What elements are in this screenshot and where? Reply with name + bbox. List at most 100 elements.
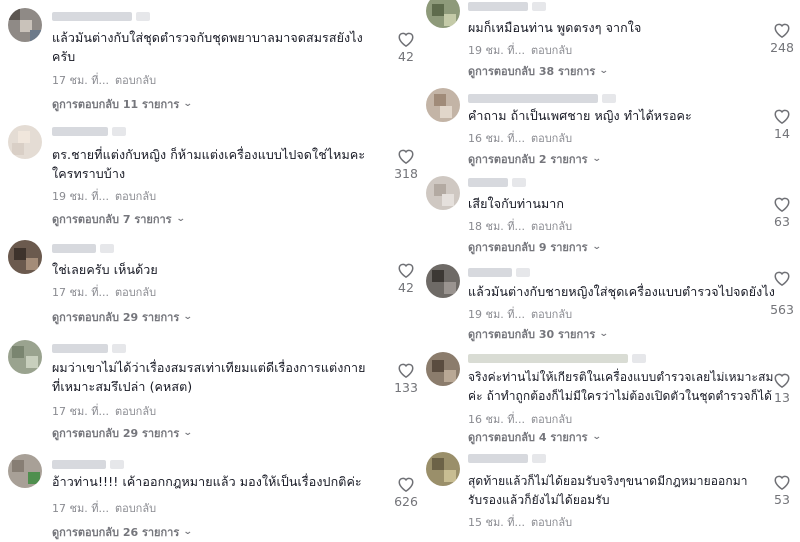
comment-item: แล้วมันต่างกับชายหญิงใส่ชุดเครื่องแบบตำร… xyxy=(420,262,800,348)
reply-button[interactable]: ตอบกลับ xyxy=(115,286,156,299)
view-replies-button[interactable]: ดูการตอบกลับ 4 รายการ ⌄ xyxy=(468,428,601,446)
reply-button[interactable]: ตอบกลับ xyxy=(531,308,572,321)
reply-button[interactable]: ตอบกลับ xyxy=(115,74,156,87)
username-blurred[interactable] xyxy=(52,127,126,136)
view-replies-button[interactable]: ดูการตอบกลับ 38 รายการ ⌄ xyxy=(468,62,609,80)
avatar[interactable] xyxy=(8,240,42,274)
heart-icon xyxy=(398,32,414,47)
reply-button[interactable]: ตอบกลับ xyxy=(531,220,572,233)
comment-meta: 19 ชม. ที่... ตอบกลับ xyxy=(468,305,572,323)
avatar[interactable] xyxy=(8,340,42,374)
avatar[interactable] xyxy=(8,8,42,42)
comment-meta: 17 ชม. ที่... ตอบกลับ xyxy=(52,71,156,89)
comment-meta: 18 ชม. ที่... ตอบกลับ xyxy=(468,217,572,235)
like-button[interactable]: 63 xyxy=(762,196,800,229)
like-count: 13 xyxy=(774,390,790,405)
heart-icon xyxy=(398,263,414,278)
comment-item: เสียใจกับท่านมาก 18 ชม. ที่... ตอบกลับ ดู… xyxy=(420,174,800,260)
heart-icon xyxy=(774,23,790,38)
comment-text: แล้วมันต่างกับชายหญิงใส่ชุดเครื่องแบบตำร… xyxy=(468,284,775,299)
chevron-down-icon: ⌄ xyxy=(183,312,193,322)
comment-text: เสียใจกับท่านมาก xyxy=(468,196,565,211)
comment-time: 17 ชม. ที่... xyxy=(52,502,109,515)
username-blurred[interactable] xyxy=(52,12,150,21)
heart-icon xyxy=(774,197,790,212)
like-count: 14 xyxy=(774,126,790,141)
avatar[interactable] xyxy=(8,454,42,488)
comment-text: คำถาม ถ้าเป็นเพศชาย หญิง ทำได้หรอคะ xyxy=(468,108,692,123)
comment-meta: 17 ชม. ที่... ตอบกลับ xyxy=(52,499,156,517)
username-blurred[interactable] xyxy=(468,94,616,103)
comment-time: 16 ชม. ที่... xyxy=(468,413,525,426)
chevron-down-icon: ⌄ xyxy=(183,527,193,537)
comment-item: ใช่เลยครับ เห็นด้วย 17 ชม. ที่... ตอบกลับ… xyxy=(0,230,420,330)
comment-item: คำถาม ถ้าเป็นเพศชาย หญิง ทำได้หรอคะ 16 ช… xyxy=(420,86,800,172)
comment-item: ผมว่าเขาไม่ได้ว่าเรื่องสมรสเท่าเทียมแต่ด… xyxy=(0,332,420,444)
view-replies-button[interactable]: ดูการตอบกลับ 26 รายการ ⌄ xyxy=(52,523,193,541)
like-count: 63 xyxy=(774,214,790,229)
avatar[interactable] xyxy=(426,0,460,28)
reply-button[interactable]: ตอบกลับ xyxy=(531,44,572,57)
avatar[interactable] xyxy=(426,352,460,386)
avatar[interactable] xyxy=(426,176,460,210)
view-replies-button[interactable]: ดูการตอบกลับ 2 รายการ ⌄ xyxy=(468,150,602,168)
like-button[interactable]: 13 xyxy=(762,372,800,405)
comment-time: 17 ชม. ที่... xyxy=(52,405,109,418)
heart-icon xyxy=(774,475,790,490)
view-replies-button[interactable]: ดูการตอบกลับ 9 รายการ ⌄ xyxy=(468,238,601,256)
reply-button[interactable]: ตอบกลับ xyxy=(115,405,156,418)
comment-text: ผมว่าเขาไม่ได้ว่าเรื่องสมรสเท่าเทียมแต่ด… xyxy=(52,360,366,394)
username-blurred[interactable] xyxy=(52,244,114,253)
chevron-down-icon: ⌄ xyxy=(175,214,186,224)
comment-time: 16 ชม. ที่... xyxy=(468,132,525,145)
reply-button[interactable]: ตอบกลับ xyxy=(115,190,156,203)
comment-item: แล้วมันต่างกับใส่ชุดตำรวจกับชุดพยาบาลมาจ… xyxy=(0,0,420,112)
view-replies-button[interactable]: ดูการตอบกลับ 30 รายการ ⌄ xyxy=(468,325,609,343)
view-replies-button[interactable]: ดูการตอบกลับ 11 รายการ ⌄ xyxy=(52,95,193,113)
view-replies-button[interactable]: ดูการตอบกลับ 29 รายการ ⌄ xyxy=(52,308,193,326)
chevron-down-icon: ⌄ xyxy=(591,154,602,164)
username-blurred[interactable] xyxy=(468,268,530,277)
view-replies-label: ดูการตอบกลับ 30 รายการ xyxy=(468,328,596,341)
username-blurred[interactable] xyxy=(52,344,126,353)
reply-button[interactable]: ตอบกลับ xyxy=(115,502,156,515)
username-blurred[interactable] xyxy=(468,354,646,363)
username-blurred[interactable] xyxy=(468,454,546,463)
view-replies-label: ดูการตอบกลับ 29 รายการ xyxy=(52,311,180,324)
avatar[interactable] xyxy=(426,264,460,298)
view-replies-button[interactable]: ดูการตอบกลับ 7 รายการ ⌄ xyxy=(52,210,186,228)
like-count: 53 xyxy=(774,492,790,507)
username-blurred[interactable] xyxy=(468,2,546,11)
view-replies-label: ดูการตอบกลับ 4 รายการ xyxy=(468,431,588,444)
username-blurred[interactable] xyxy=(468,178,526,187)
comment-time: 15 ชม. ที่... xyxy=(468,516,525,529)
like-count: 563 xyxy=(770,302,794,317)
comment-item: จริงค่ะท่านไม่ให้เกียรติในเครื่องแบบตำรว… xyxy=(420,350,800,446)
comment-meta: 16 ชม. ที่... ตอบกลับ xyxy=(468,410,572,428)
heart-icon xyxy=(774,109,790,124)
avatar[interactable] xyxy=(426,452,460,486)
avatar[interactable] xyxy=(426,88,460,122)
comment-text: แล้วมันต่างกับใส่ชุดตำรวจกับชุดพยาบาลมาจ… xyxy=(52,30,363,64)
comment-time: 18 ชม. ที่... xyxy=(468,220,525,233)
like-button[interactable]: 53 xyxy=(762,474,800,507)
comment-time: 17 ชม. ที่... xyxy=(52,286,109,299)
reply-button[interactable]: ตอบกลับ xyxy=(531,132,572,145)
like-count: 248 xyxy=(770,40,794,55)
chevron-down-icon: ⌄ xyxy=(599,329,609,339)
like-button[interactable]: 563 xyxy=(762,270,800,317)
comment-item: สุดท้ายแล้วก็ไม่ได้ยอมรับจริงๆขนาดมีกฎหม… xyxy=(420,448,800,542)
view-replies-label: ดูการตอบกลับ 11 รายการ xyxy=(52,98,180,111)
reply-button[interactable]: ตอบกลับ xyxy=(531,413,572,426)
heart-icon xyxy=(398,477,414,492)
chevron-down-icon: ⌄ xyxy=(599,66,609,76)
comment-item: ผมก็เหมือนท่าน พูดตรงๆ จากใจ 19 ชม. ที่.… xyxy=(420,0,800,84)
username-blurred[interactable] xyxy=(52,460,124,469)
view-replies-button[interactable]: ดูการตอบกลับ 29 รายการ ⌄ xyxy=(52,424,193,442)
comment-meta: 16 ชม. ที่... ตอบกลับ xyxy=(468,129,572,147)
chevron-down-icon: ⌄ xyxy=(183,99,193,109)
like-button[interactable]: 248 xyxy=(762,22,800,55)
reply-button[interactable]: ตอบกลับ xyxy=(531,516,572,529)
avatar[interactable] xyxy=(8,125,42,159)
like-button[interactable]: 14 xyxy=(762,108,800,141)
